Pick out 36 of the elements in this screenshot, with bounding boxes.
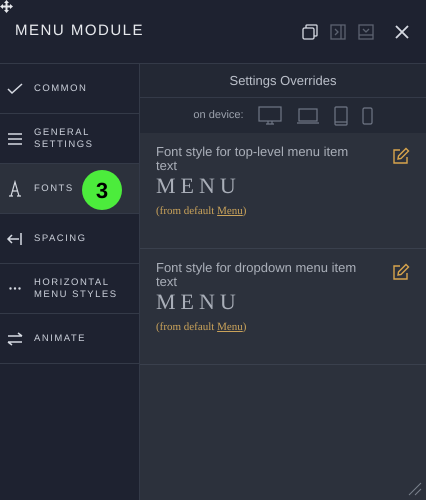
font-preview: MENU [156, 173, 242, 199]
sidebar-label: HORIZONTAL MENU STYLES [34, 276, 119, 300]
sidebar-label: FONTS [34, 182, 74, 194]
window-title: MENU MODULE [15, 21, 146, 42]
sidebar-label: SPACING [34, 232, 87, 244]
sidebar-item[interactable]: COMMON [0, 64, 139, 114]
sidebar-label: GENERAL SETTINGS [34, 126, 95, 150]
sidebar-item[interactable]: HORIZONTAL MENU STYLES [0, 264, 139, 314]
edit-icon[interactable] [392, 263, 410, 281]
sidebar-label: COMMON [34, 82, 88, 94]
step-badge: 3 [82, 170, 122, 210]
sidebar-label: ANIMATE [34, 332, 86, 344]
close-icon[interactable] [393, 22, 411, 40]
section-title: Settings Overrides [230, 72, 336, 90]
default-note: (from default Menu) [156, 204, 248, 219]
device-label: on device: [193, 108, 244, 124]
laptop-icon[interactable] [296, 106, 320, 124]
move-icon[interactable] [0, 0, 13, 13]
setting-label: Font style for top-level menu item text [156, 145, 350, 173]
edit-icon[interactable] [392, 147, 410, 165]
default-note: (from default Menu) [156, 320, 248, 335]
font-preview: MENU [156, 289, 242, 315]
desktop-icon[interactable] [258, 106, 282, 126]
sidebar-item[interactable]: ANIMATE [0, 314, 139, 364]
setting-label: Font style for dropdown menu item text [156, 261, 358, 289]
sidebar-item[interactable]: FONTS 3 [0, 164, 139, 214]
sidebar-item[interactable]: SPACING [0, 214, 139, 264]
duplicate-icon[interactable] [301, 22, 319, 40]
letter-icon [6, 180, 24, 198]
tablet-icon[interactable] [334, 106, 348, 126]
dots-icon [9, 287, 21, 290]
phone-icon[interactable] [362, 106, 373, 124]
resize-handle-icon[interactable] [408, 482, 422, 496]
menu-link[interactable]: Menu [217, 205, 243, 217]
menu-link[interactable]: Menu [217, 321, 243, 333]
swap-icon [6, 330, 24, 348]
